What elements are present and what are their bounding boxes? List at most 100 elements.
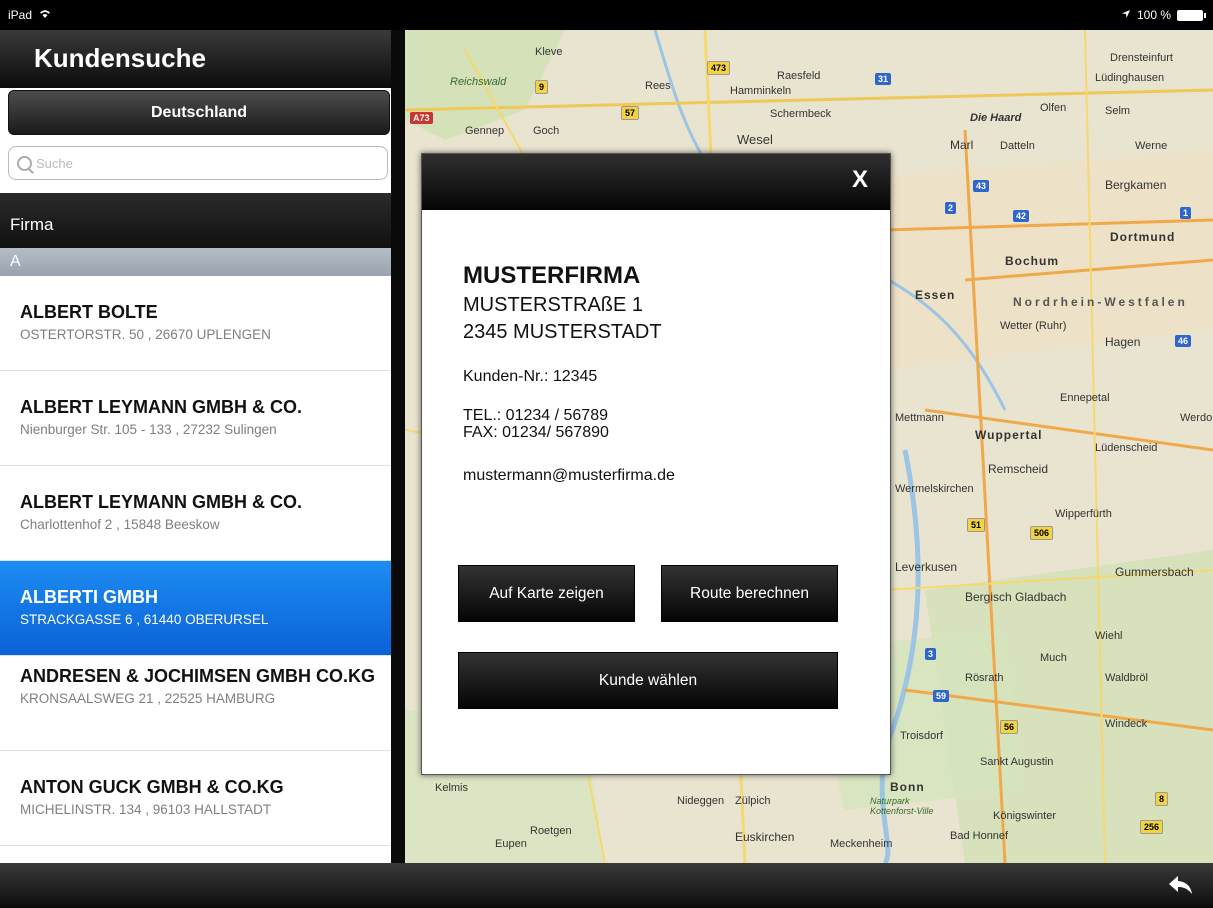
map-label: Lüdenscheid — [1095, 442, 1158, 454]
map-label: Hamminkeln — [730, 85, 792, 97]
route-shield: 56 — [1000, 720, 1019, 734]
list-item-name: ANDRESEN & JOCHIMSEN GMBH CO.KG — [20, 666, 376, 686]
device-label: iPad — [8, 8, 33, 22]
company-name: MUSTERFIRMA — [463, 262, 641, 289]
map-label: Mettmann — [895, 412, 944, 424]
map-label: Bergkamen — [1105, 178, 1167, 192]
list-item-address: KRONSAALSWEG 21 , 22525 HAMBURG — [20, 691, 276, 706]
customer-number: Kunden-Nr.: 12345 — [463, 368, 598, 385]
route-shield: 51 — [967, 518, 986, 532]
search-input[interactable] — [36, 155, 356, 171]
map-label: Marl — [950, 138, 974, 152]
list-item[interactable]: ALBERT LEYMANN GMBH & CO. Nienburger Str… — [0, 371, 391, 466]
map-label: Wetter (Ruhr) — [1000, 320, 1067, 332]
map-label: Selm — [1105, 105, 1131, 117]
list-item-name: ALBERT LEYMANN GMBH & CO. — [20, 397, 302, 417]
close-button[interactable]: X — [852, 166, 868, 194]
map-label: Rösrath — [965, 672, 1004, 684]
company-street: MUSTERSTRAßE 1 — [463, 294, 644, 316]
wifi-icon — [38, 8, 52, 22]
search-field[interactable] — [8, 146, 388, 180]
list-item-name: ANTON GUCK GMBH & CO.KG — [20, 777, 284, 797]
company-city: 2345 MUSTERSTADT — [463, 321, 662, 343]
map-label: Wuppertal — [975, 428, 1043, 442]
route-shield: 31 — [875, 73, 892, 85]
map-label: Much — [1040, 652, 1067, 664]
route-shield: 473 — [707, 61, 731, 75]
country-button[interactable]: Deutschland — [8, 90, 390, 135]
map-label: Eupen — [495, 838, 527, 850]
battery-icon — [1177, 9, 1206, 21]
map-label: Leverkusen — [895, 560, 958, 574]
map-label: Olfen — [1040, 102, 1067, 114]
email-address[interactable]: mustermann@musterfirma.de — [463, 467, 890, 485]
list-item-name: ALBERTI GMBH — [20, 587, 158, 607]
route-shield: 42 — [1013, 210, 1030, 222]
list-item[interactable]: ANDRESEN & JOCHIMSEN GMBH CO.KG KRONSAAL… — [0, 656, 391, 751]
route-shield: 8 — [1155, 792, 1169, 806]
back-arrow-icon[interactable] — [1167, 873, 1195, 897]
route-shield: 57 — [621, 106, 640, 120]
battery-percent: 100 % — [1136, 8, 1171, 22]
list-item-address: Charlottenhof 2 , 15848 Beeskow — [20, 517, 220, 532]
route-shield: A73 — [410, 112, 433, 124]
map-label: Windeck — [1105, 718, 1148, 730]
map-label: Bochum — [1005, 254, 1059, 268]
calculate-route-button[interactable]: Route berechnen — [661, 565, 838, 622]
map-label: Drensteinfurt — [1110, 52, 1173, 64]
app-root: iPad 100 % Kundensuche Deutschland Firma… — [0, 0, 1213, 908]
customer-list: ALBERT BOLTE OSTERTORSTR. 50 , 26670 UPL… — [0, 276, 391, 846]
list-item-address: STRACKGASSE 6 , 61440 OBERURSEL — [20, 612, 269, 627]
status-bar: iPad 100 % — [0, 0, 1213, 30]
map-label: Sankt Augustin — [980, 756, 1054, 768]
choose-customer-button[interactable]: Kunde wählen — [458, 652, 838, 709]
map-label: Schermbeck — [770, 108, 832, 120]
customer-detail-popup: X MUSTERFIRMA MUSTERSTRAßE 1 2345 MUSTER… — [421, 153, 891, 775]
list-item-name: ALBERT BOLTE — [20, 302, 158, 322]
phone-number: TEL.: 01234 / 56789 — [463, 407, 608, 424]
map-label: Kleve — [535, 46, 563, 58]
list-item[interactable]: ANTON GUCK GMBH & CO.KG MICHELINSTR. 134… — [0, 751, 391, 846]
map-label: Ennepetal — [1060, 392, 1110, 404]
map-label: Roetgen — [530, 825, 572, 837]
show-on-map-button[interactable]: Auf Karte zeigen — [458, 565, 635, 622]
map-label: Waldbröl — [1105, 672, 1148, 684]
list-item-address: Nienburger Str. 105 - 133 , 27232 Suling… — [20, 422, 277, 437]
map-label: Goch — [533, 125, 560, 137]
map-label: Euskirchen — [735, 830, 795, 844]
split-divider — [391, 30, 405, 863]
route-shield: 506 — [1030, 526, 1054, 540]
map-label: Rees — [645, 80, 671, 92]
list-item-selected[interactable]: ALBERTI GMBH STRACKGASSE 6 , 61440 OBERU… — [0, 561, 391, 656]
map-label: Wermelskirchen — [895, 483, 974, 495]
map-label: Datteln — [1000, 140, 1035, 152]
customer-details: MUSTERFIRMA MUSTERSTRAßE 1 2345 MUSTERST… — [422, 210, 890, 485]
map-label: Gummersbach — [1115, 565, 1194, 579]
section-header-letter: A — [0, 248, 391, 276]
bottom-toolbar — [0, 863, 1213, 908]
map-label: Kelmis — [435, 782, 469, 794]
map-label: Remscheid — [988, 462, 1049, 476]
map-label: Dortmund — [1110, 230, 1176, 244]
route-shield: 59 — [933, 690, 950, 702]
popup-header: X — [422, 154, 890, 210]
location-arrow-icon — [1121, 8, 1131, 22]
map-label: Die Haard — [970, 112, 1022, 124]
list-item[interactable]: ALBERT BOLTE OSTERTORSTR. 50 , 26670 UPL… — [0, 276, 391, 371]
map-label: Meckenheim — [830, 838, 893, 850]
route-shield: 256 — [1140, 820, 1164, 834]
map-label: Naturpark Kottenforst-Ville — [870, 796, 934, 816]
list-item[interactable]: ALBERT LEYMANN GMBH & CO. Charlottenhof … — [0, 466, 391, 561]
map-label: Troisdorf — [900, 730, 943, 742]
route-shield: 2 — [945, 202, 957, 214]
column-header-company: Firma — [0, 193, 391, 248]
list-item-address: OSTERTORSTR. 50 , 26670 UPLENGEN — [20, 327, 271, 342]
map-label: Wiehl — [1095, 630, 1123, 642]
route-shield: 3 — [925, 648, 937, 660]
contact-phones: TEL.: 01234 / 56789 FAX: 01234/ 567890 — [463, 407, 890, 441]
map-label: Königswinter — [993, 810, 1056, 822]
map-label: Wipperfürth — [1055, 508, 1112, 520]
sidebar-title: Kundensuche — [0, 30, 391, 88]
fax-number: FAX: 01234/ 567890 — [463, 424, 609, 441]
route-shield: 9 — [535, 80, 549, 94]
